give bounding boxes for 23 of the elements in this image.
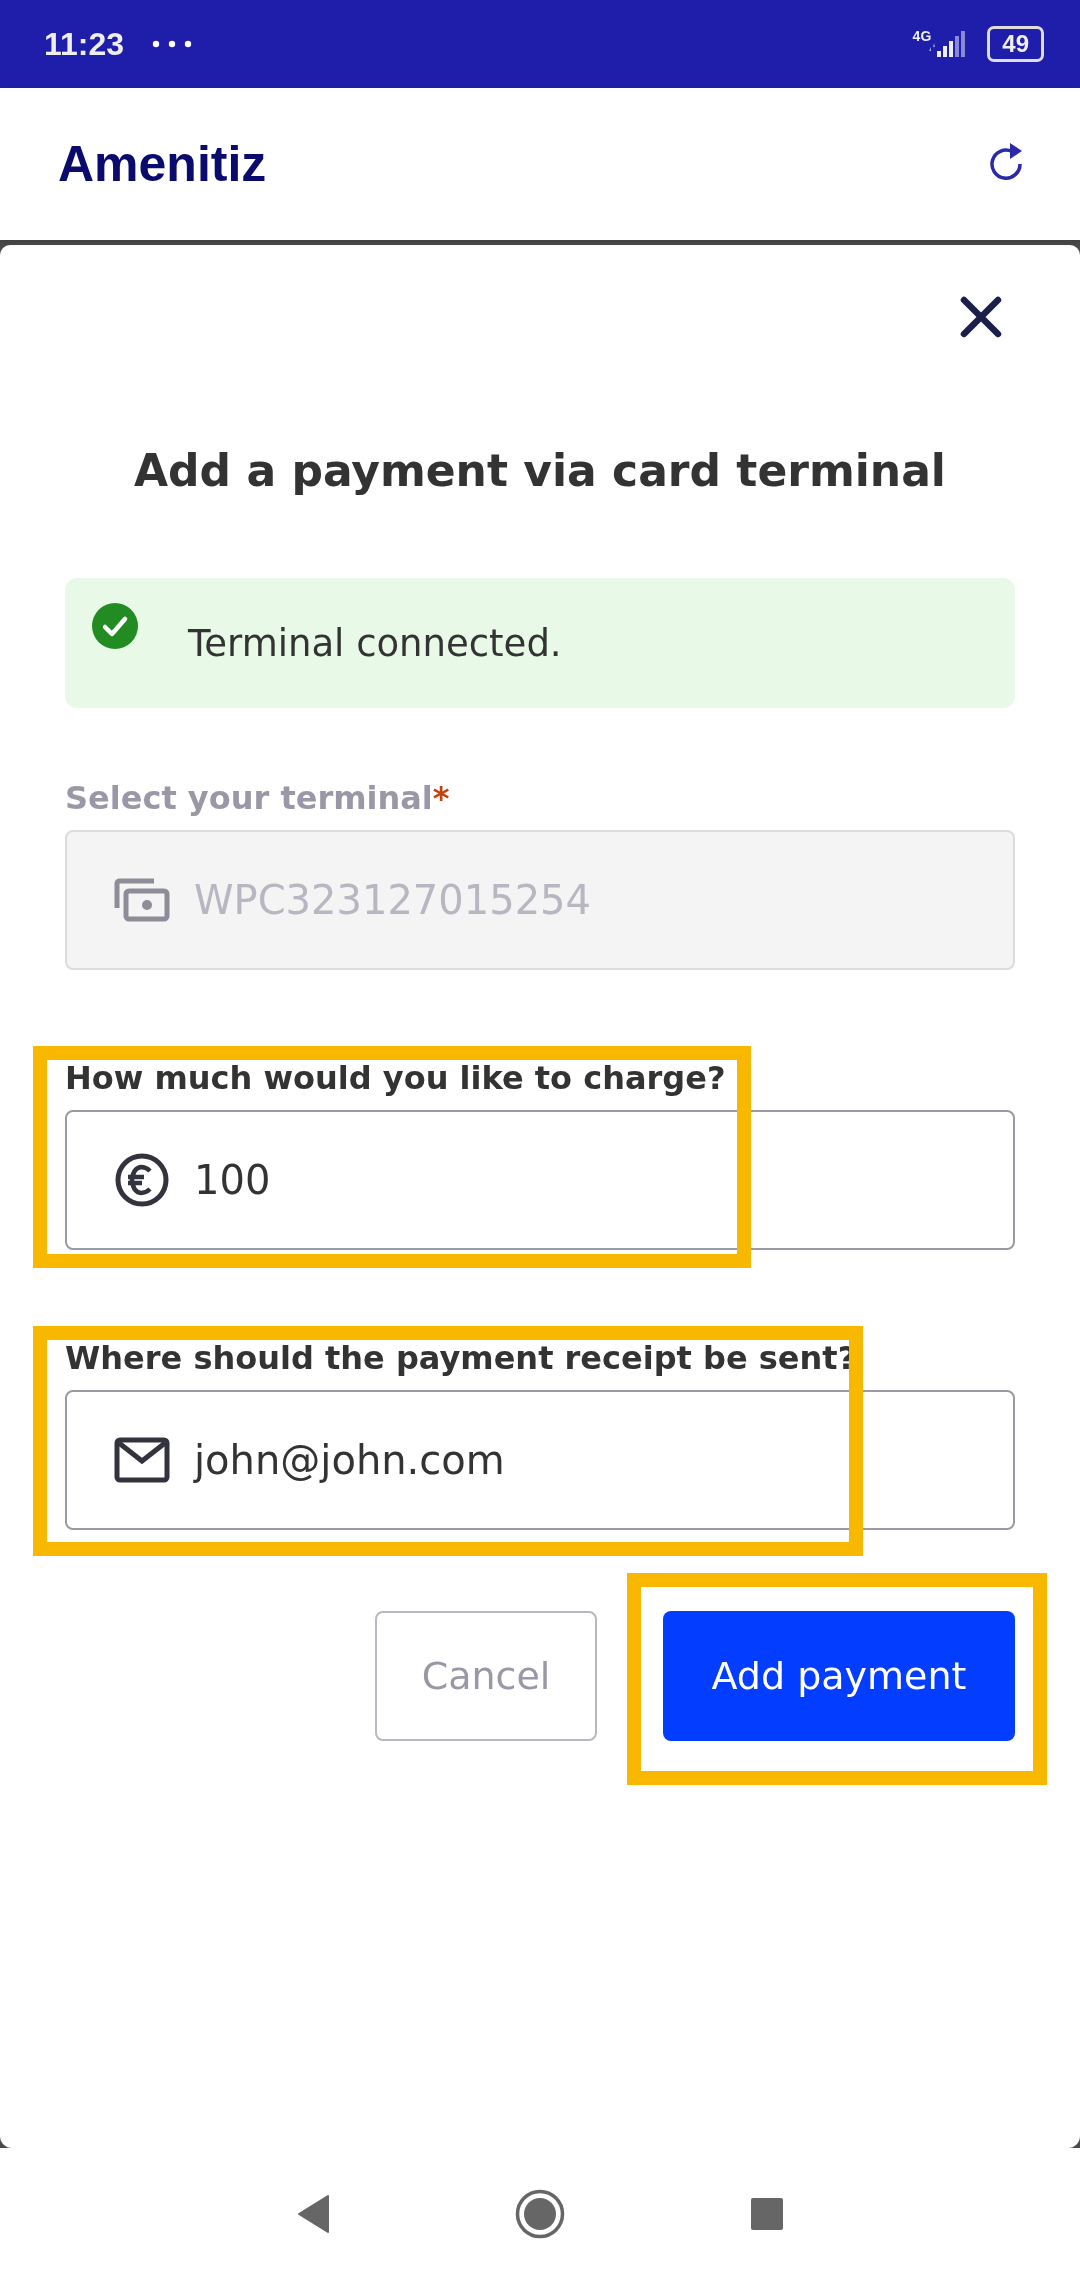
euro-icon: [114, 1152, 170, 1208]
add-payment-button[interactable]: Add payment: [663, 1611, 1015, 1741]
field-value: WPC323127015254: [194, 877, 591, 923]
field-label: Select your terminal*: [65, 778, 451, 818]
check-circle-icon: [92, 603, 138, 649]
cards-icon: [114, 878, 170, 922]
field-value: john@john.com: [194, 1437, 505, 1483]
back-icon[interactable]: [297, 2194, 329, 2234]
home-icon[interactable]: [515, 2189, 565, 2239]
close-icon[interactable]: [959, 295, 1003, 339]
email-field[interactable]: john@john.com: [65, 1390, 1015, 1530]
app-title: Amenitiz: [58, 135, 267, 193]
field-value: 100: [194, 1157, 271, 1203]
clock: 11:23: [44, 25, 125, 63]
field-label: How much would you like to charge?: [65, 1058, 727, 1098]
dialog-title: Add a payment via card terminal: [133, 445, 947, 496]
alert-message: Terminal connected.: [188, 621, 562, 665]
mail-icon: [114, 1437, 170, 1483]
battery-indicator: 49: [987, 26, 1044, 62]
more-notifications-icon: [152, 40, 193, 48]
network-type: 4G: [912, 28, 932, 44]
required-mark: *: [432, 779, 450, 817]
amount-field[interactable]: 100: [65, 1110, 1015, 1250]
